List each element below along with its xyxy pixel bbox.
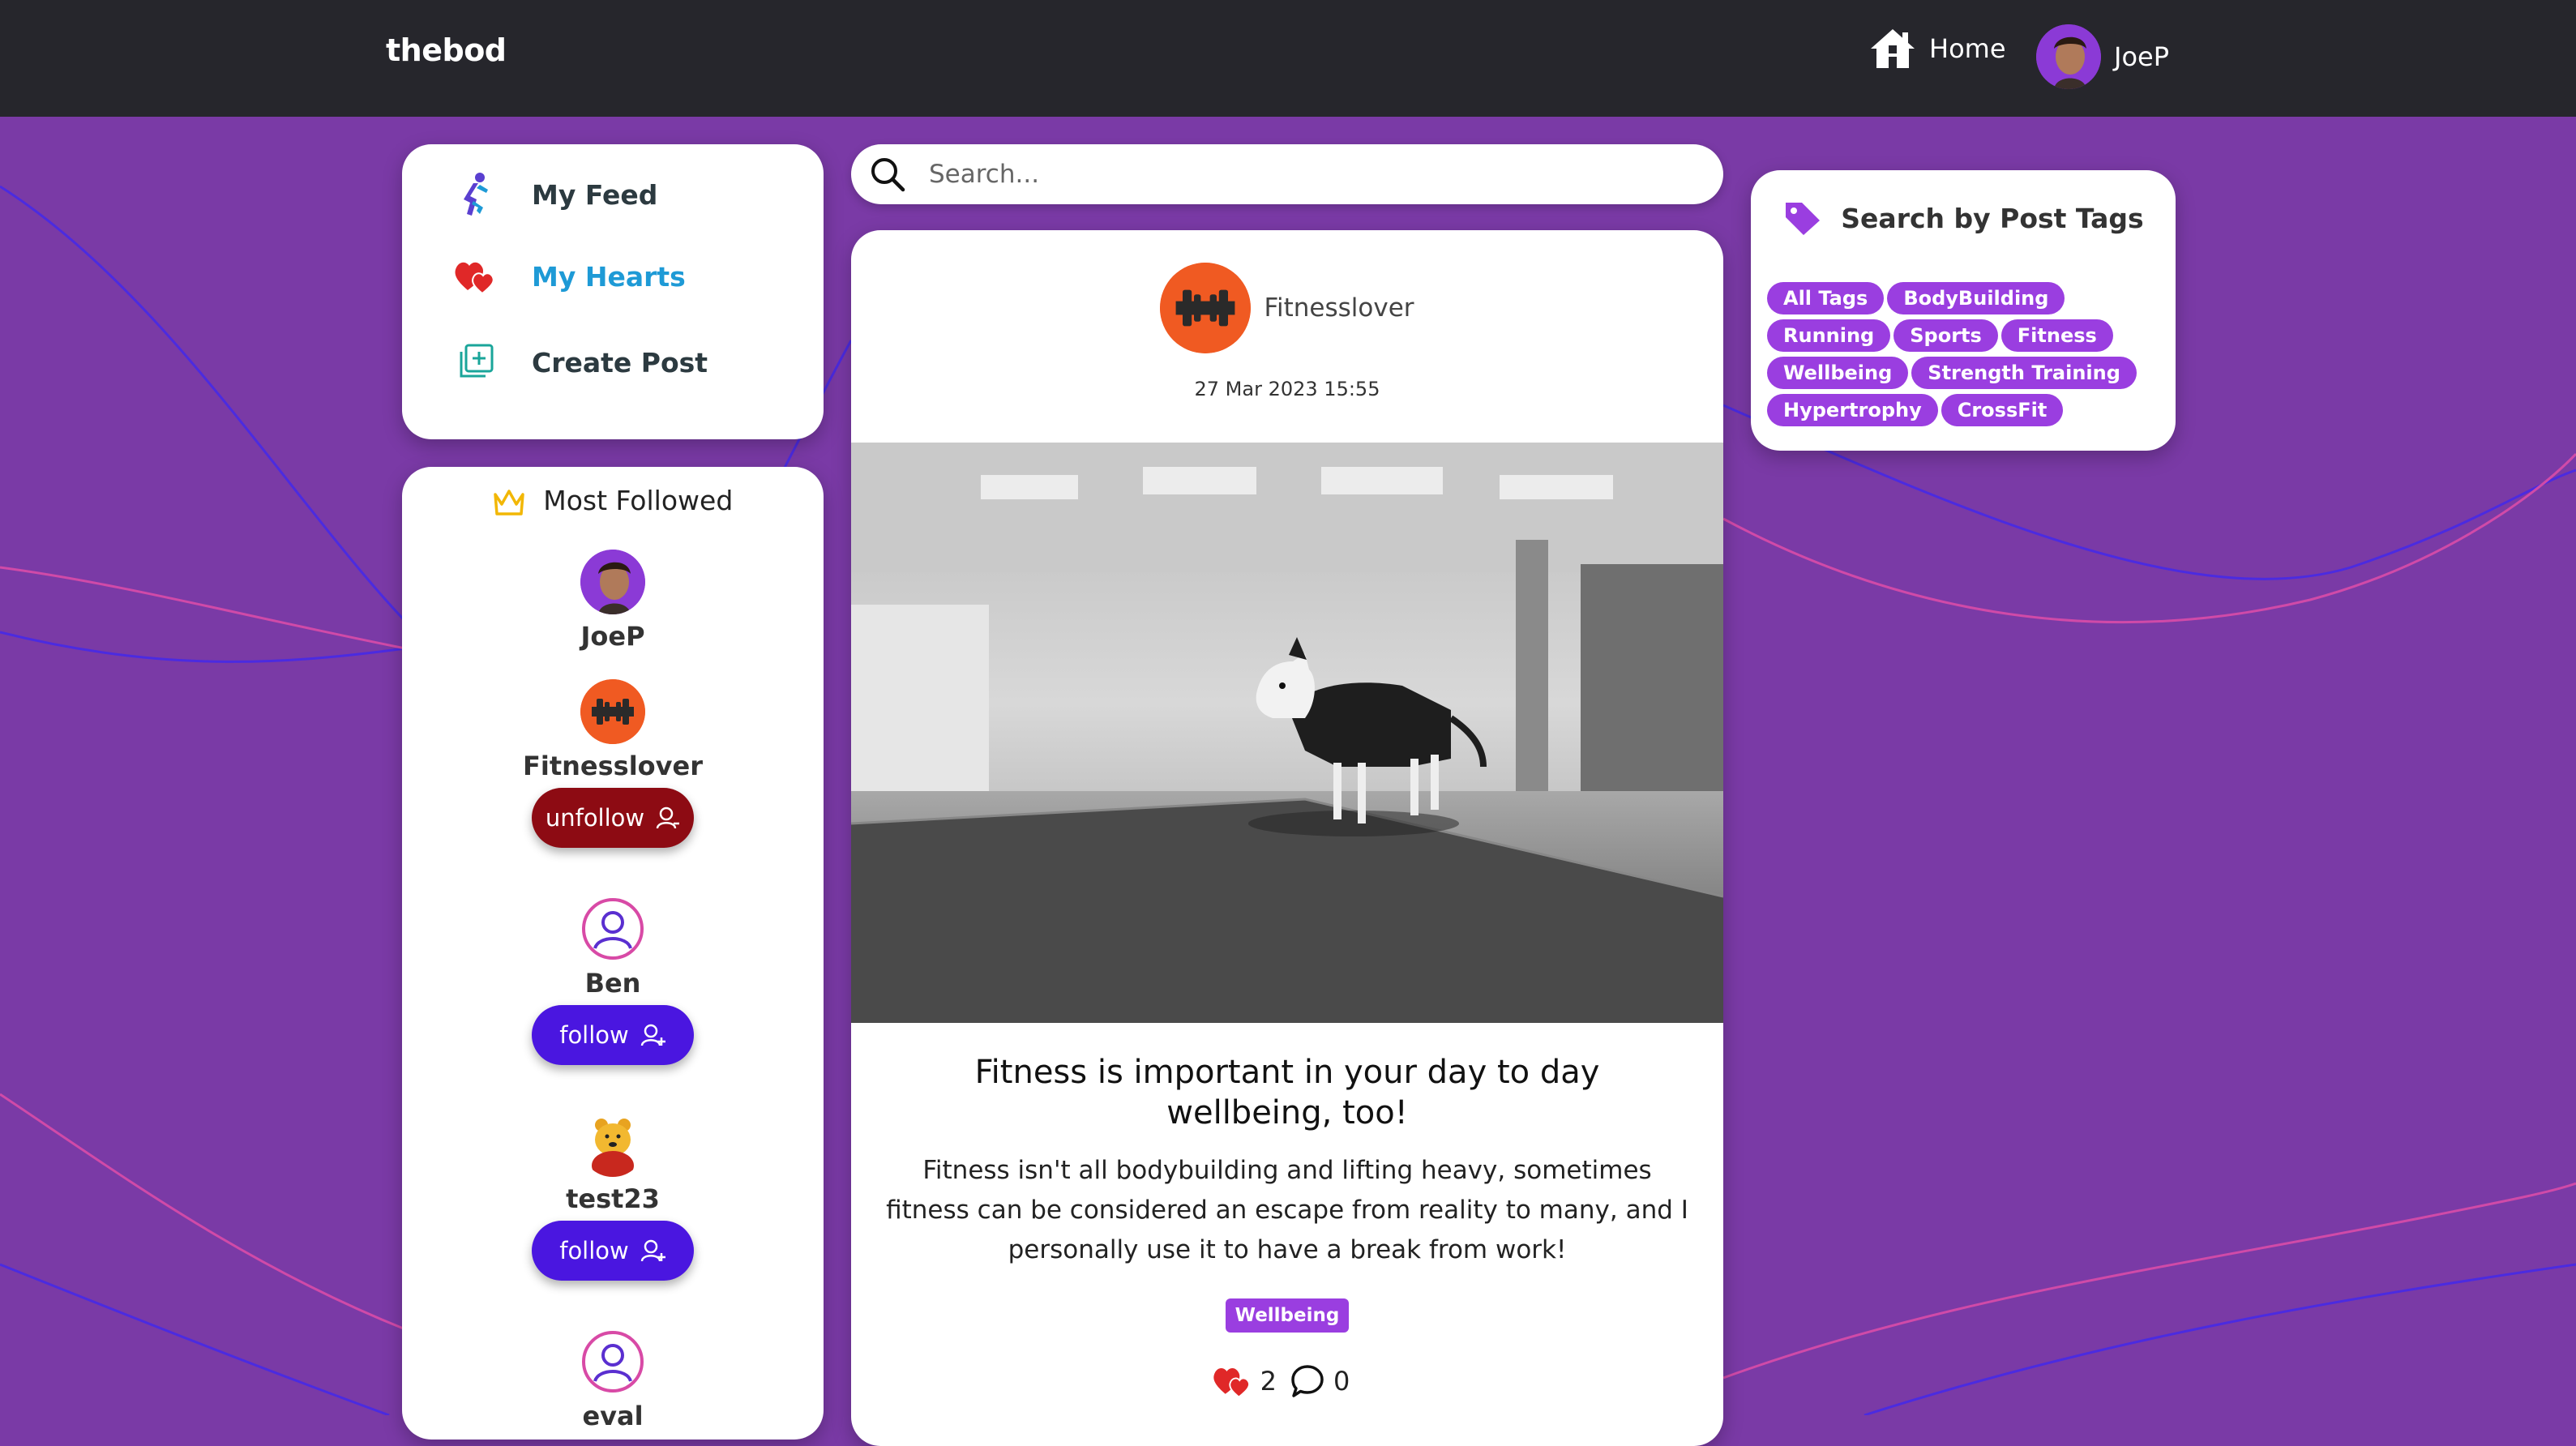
- post-date: 27 Mar 2023 15:55: [1194, 378, 1380, 400]
- followed-user-ben: Ben follow: [402, 896, 824, 1065]
- most-followed-card: Most Followed JoeP Fitnesslover unfollow…: [402, 467, 824, 1440]
- followed-user-fitnesslover: Fitnesslover unfollow: [402, 679, 824, 848]
- user-icon[interactable]: [580, 1329, 645, 1394]
- user-menu[interactable]: JoeP: [2036, 24, 2169, 89]
- post-tag[interactable]: Wellbeing: [1226, 1298, 1349, 1333]
- add-post-icon: [451, 344, 499, 381]
- user-plus-icon: [640, 1024, 665, 1046]
- username: JoeP: [2114, 41, 2169, 72]
- tag-list: All Tags BodyBuilding Running Sports Fit…: [1767, 282, 2164, 431]
- comments-count: 0: [1333, 1366, 1350, 1397]
- follow-label: follow: [559, 1021, 629, 1049]
- follow-label: follow: [559, 1237, 629, 1264]
- search-icon[interactable]: [869, 156, 906, 193]
- tag-all[interactable]: All Tags: [1767, 282, 1885, 314]
- tag-icon: [1786, 203, 1821, 235]
- tags-header: Search by Post Tags: [1751, 199, 2176, 237]
- hearts-count: 2: [1260, 1366, 1277, 1397]
- user-icon[interactable]: [580, 896, 645, 961]
- home-link[interactable]: Home: [1869, 28, 2006, 70]
- unfollow-label: unfollow: [545, 804, 645, 832]
- tag-fitness[interactable]: Fitness: [2000, 319, 2113, 352]
- nav-create-post[interactable]: Create Post: [451, 344, 708, 381]
- bear-icon[interactable]: [580, 1112, 645, 1177]
- follow-button[interactable]: follow: [532, 1221, 694, 1281]
- followed-user-avatar[interactable]: [580, 550, 645, 614]
- most-followed-title: Most Followed: [543, 485, 734, 516]
- follow-button[interactable]: follow: [532, 1005, 694, 1065]
- followed-user-name[interactable]: test23: [402, 1183, 824, 1214]
- runner-icon: [451, 172, 499, 217]
- tag-wellbeing[interactable]: Wellbeing: [1767, 357, 1909, 389]
- followed-user-test23: test23 follow: [402, 1112, 824, 1281]
- post-card: Fitnesslover 27 Mar 2023 15:55 Fitness i…: [851, 230, 1723, 1446]
- post-body: Fitness isn't all bodybuilding and lifti…: [886, 1156, 1688, 1264]
- top-navbar: thebod Home JoeP: [0, 0, 2576, 117]
- tag-hypertrophy[interactable]: Hypertrophy: [1767, 394, 1938, 426]
- followed-user-name[interactable]: eval: [402, 1401, 824, 1431]
- tag-bodybuilding[interactable]: BodyBuilding: [1887, 282, 2065, 314]
- post-author[interactable]: Fitnesslover: [851, 263, 1723, 353]
- user-minus-icon: [656, 806, 680, 829]
- nav-my-feed[interactable]: My Feed: [451, 172, 657, 217]
- nav-my-hearts-label: My Hearts: [532, 260, 686, 293]
- search-input[interactable]: [927, 159, 1660, 190]
- search-bar: [851, 144, 1723, 204]
- unfollow-button[interactable]: unfollow: [532, 788, 694, 848]
- post-tags-card: Search by Post Tags All Tags BodyBuildin…: [1751, 170, 2176, 451]
- tag-sports[interactable]: Sports: [1893, 319, 1998, 352]
- home-label: Home: [1929, 33, 2006, 64]
- followed-user-name[interactable]: Fitnesslover: [402, 751, 824, 781]
- followed-user-name[interactable]: Ben: [402, 968, 824, 999]
- post-author-name[interactable]: Fitnesslover: [1264, 293, 1414, 323]
- hearts-icon: [451, 258, 499, 295]
- followed-user-joep: JoeP: [402, 550, 824, 652]
- followed-user-name[interactable]: JoeP: [402, 621, 824, 652]
- comment-icon[interactable]: [1290, 1363, 1325, 1399]
- post-actions: 2 0: [851, 1363, 1723, 1399]
- brand-logo[interactable]: thebod: [386, 32, 507, 68]
- crown-icon: [493, 489, 524, 516]
- tag-running[interactable]: Running: [1767, 319, 1891, 352]
- nav-create-post-label: Create Post: [532, 346, 708, 379]
- dumbbell-icon[interactable]: [1160, 263, 1252, 353]
- tag-strength-training[interactable]: Strength Training: [1911, 357, 2137, 389]
- nav-menu-card: My Feed My Hearts Create Post: [402, 144, 824, 439]
- hearts-icon[interactable]: [1212, 1363, 1252, 1399]
- tags-title: Search by Post Tags: [1841, 202, 2144, 234]
- followed-user-eval: eval: [402, 1329, 824, 1431]
- nav-my-feed-label: My Feed: [532, 178, 658, 211]
- user-plus-icon: [640, 1239, 665, 1262]
- post-image: [851, 443, 1723, 1023]
- tag-crossfit[interactable]: CrossFit: [1941, 394, 2064, 426]
- home-icon: [1871, 29, 1915, 68]
- nav-my-hearts[interactable]: My Hearts: [451, 258, 686, 295]
- user-avatar: [2036, 24, 2101, 89]
- most-followed-header: Most Followed: [402, 485, 824, 517]
- dumbbell-icon[interactable]: [580, 679, 645, 744]
- post-title: Fitness is important in your day to day …: [974, 1054, 1600, 1132]
